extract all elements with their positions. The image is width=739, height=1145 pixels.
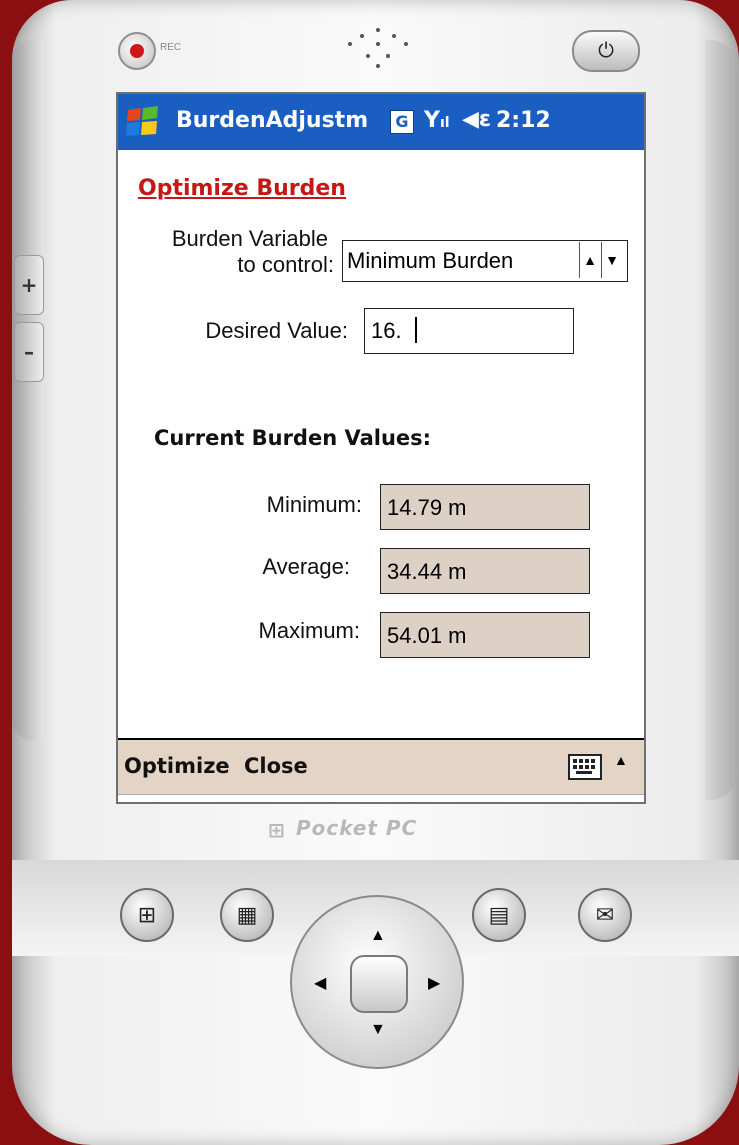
brand-label: Pocket PC <box>296 816 418 840</box>
close-softkey[interactable]: Close <box>244 754 308 778</box>
volume-down-button[interactable]: – <box>14 322 44 382</box>
record-icon <box>130 44 144 58</box>
desired-value-input[interactable]: 16. <box>364 308 574 354</box>
text-caret <box>415 317 417 343</box>
average-field: 34.44 m <box>380 548 590 594</box>
minimum-value: 14.79 m <box>387 495 467 520</box>
burden-variable-select[interactable]: Minimum Burden ▲ ▼ <box>342 240 628 282</box>
maximum-field: 54.01 m <box>380 612 590 658</box>
device-screen: BurdenAdjustm G Yıl ◀ɛ 2:12 Optimize Bur… <box>116 92 646 804</box>
dpad-up-icon[interactable]: ▲ <box>370 927 386 945</box>
maximum-label: Maximum: <box>258 618 360 643</box>
variable-label-line2: to control: <box>237 252 334 277</box>
calendar-icon: ▦ <box>236 902 258 927</box>
title-bar: BurdenAdjustm G Yıl ◀ɛ 2:12 <box>118 94 644 150</box>
dpad-action-button[interactable] <box>350 955 408 1013</box>
navigation-dpad[interactable]: ▲ ▼ ◀ ▶ <box>290 895 464 1069</box>
power-icon: ⏻ <box>598 39 614 62</box>
variable-label-line1: Burden Variable <box>171 226 328 251</box>
pocketpc-logo-icon: ⊞ <box>268 818 285 842</box>
power-button[interactable]: ⏻ <box>572 30 640 72</box>
signal-icon[interactable]: Yıl <box>424 108 450 133</box>
minimum-label: Minimum: <box>266 492 362 517</box>
inbox-hardware-button[interactable]: ✉ <box>578 888 632 942</box>
page-title: Optimize Burden <box>138 176 346 201</box>
desired-value-label: Desired Value: <box>205 318 348 343</box>
average-label: Average: <box>262 554 350 579</box>
windows-start-icon: ⊞ <box>137 902 157 927</box>
burden-variable-value: Minimum Burden <box>347 248 514 273</box>
contacts-icon: ▤ <box>488 902 510 927</box>
desired-value-text: 16. <box>371 318 402 343</box>
spin-up-icon[interactable]: ▲ <box>579 242 600 278</box>
keyboard-icon[interactable] <box>568 754 602 780</box>
clock[interactable]: 2:12 <box>496 108 551 133</box>
inbox-icon: ✉ <box>595 902 615 927</box>
start-hardware-button[interactable]: ⊞ <box>120 888 174 942</box>
spin-down-icon[interactable]: ▼ <box>601 242 622 278</box>
keyboard-keys-icon <box>573 759 595 774</box>
windows-start-icon[interactable] <box>124 104 162 140</box>
minimum-field: 14.79 m <box>380 484 590 530</box>
dpad-down-icon[interactable]: ▼ <box>370 1021 386 1039</box>
soft-key-menubar: Optimize Close ▲ <box>118 738 644 795</box>
calendar-hardware-button[interactable]: ▦ <box>220 888 274 942</box>
average-value: 34.44 m <box>387 559 467 584</box>
volume-icon[interactable]: ◀ɛ <box>462 107 491 132</box>
app-title: BurdenAdjustm <box>176 108 369 133</box>
optimize-softkey[interactable]: Optimize <box>124 754 230 778</box>
contacts-hardware-button[interactable]: ▤ <box>472 888 526 942</box>
volume-up-button[interactable]: + <box>14 255 44 315</box>
record-label: REC <box>160 42 182 53</box>
dpad-right-icon[interactable]: ▶ <box>428 973 440 993</box>
input-selector-arrow-icon[interactable]: ▲ <box>614 752 628 768</box>
right-rail <box>705 40 739 800</box>
record-button[interactable] <box>118 32 156 70</box>
side-button-strip <box>12 40 44 740</box>
speaker-grille <box>340 26 420 76</box>
gprs-icon[interactable]: G <box>390 110 414 134</box>
section-title: Current Burden Values: <box>154 426 432 450</box>
dpad-left-icon[interactable]: ◀ <box>314 973 326 993</box>
maximum-value: 54.01 m <box>387 623 467 648</box>
